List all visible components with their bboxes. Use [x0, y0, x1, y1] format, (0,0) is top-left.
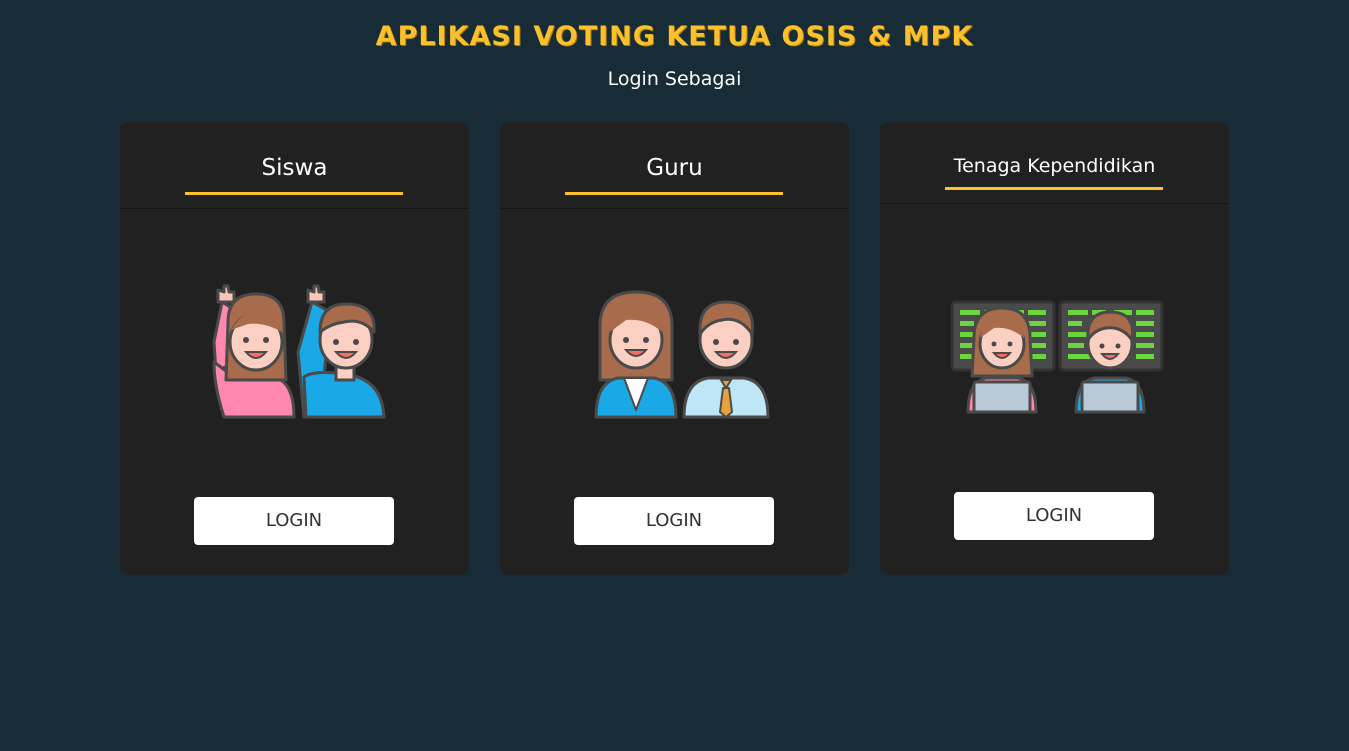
card-title-tenaga-kependidikan: Tenaga Kependidikan	[953, 155, 1156, 177]
staff-at-computers-icon	[950, 300, 1164, 414]
page-header: Aplikasi Voting Ketua OSIS & MPK Login S…	[0, 18, 1349, 99]
card-siswa: Siswa LOGIN	[120, 122, 469, 575]
title-underline	[185, 192, 403, 195]
card-tenaga-kependidikan: Tenaga Kependidikan LOGIN	[880, 122, 1229, 575]
card-header: Siswa	[120, 122, 469, 209]
login-button-tenaga-kependidikan[interactable]: LOGIN	[954, 492, 1154, 540]
title-underline	[945, 187, 1163, 190]
title-underline	[565, 192, 783, 195]
students-raising-hands-icon	[212, 284, 386, 419]
card-title-guru: Guru	[646, 155, 703, 181]
login-subtitle: Login Sebagai	[607, 68, 742, 90]
card-title-siswa: Siswa	[261, 155, 328, 181]
login-button-guru[interactable]: LOGIN	[574, 497, 774, 545]
app-title: Aplikasi Voting Ketua OSIS & MPK	[375, 21, 974, 52]
teachers-icon	[594, 290, 770, 419]
card-header: Guru	[500, 122, 849, 209]
card-guru: Guru LOGIN	[500, 122, 849, 575]
login-button-siswa[interactable]: LOGIN	[194, 497, 394, 545]
card-header: Tenaga Kependidikan	[880, 122, 1229, 204]
